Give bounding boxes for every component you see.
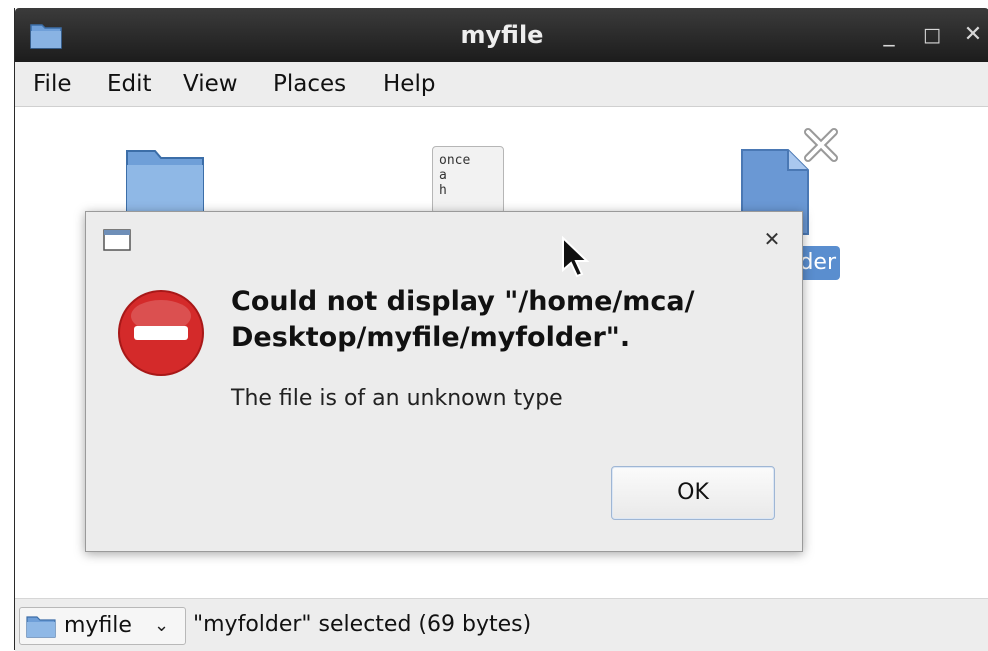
dialog-message: The file is of an unknown type xyxy=(231,386,563,411)
location-button[interactable]: myfile ⌄ xyxy=(19,607,186,645)
menu-file[interactable]: File xyxy=(33,62,72,106)
location-label: myfile xyxy=(64,613,132,638)
minimize-button[interactable]: _ xyxy=(875,21,903,49)
menu-edit[interactable]: Edit xyxy=(107,62,152,106)
titlebar[interactable]: myfile _ □ ✕ xyxy=(15,8,988,62)
text-preview-line: a xyxy=(439,168,447,183)
error-icon xyxy=(118,290,204,376)
text-file-icon[interactable]: once a h xyxy=(432,146,504,214)
status-text: "myfolder" selected (69 bytes) xyxy=(193,612,532,637)
maximize-button[interactable]: □ xyxy=(918,21,946,49)
menubar: File Edit View Places Help xyxy=(15,62,988,107)
menu-places[interactable]: Places xyxy=(273,62,346,106)
text-preview-line: h xyxy=(439,183,447,198)
close-icon[interactable]: ✕ xyxy=(759,226,785,252)
folder-icon xyxy=(26,616,56,638)
unknown-emblem-icon xyxy=(804,128,838,162)
menu-help[interactable]: Help xyxy=(383,62,435,106)
error-dialog: ✕ Could not display "/home/mca/ Desktop/… xyxy=(85,211,803,552)
folder-item-icon[interactable] xyxy=(123,145,207,213)
window-icon xyxy=(103,229,131,251)
menu-view[interactable]: View xyxy=(183,62,238,106)
window-title: myfile xyxy=(460,21,544,49)
mouse-pointer-icon xyxy=(562,236,590,278)
ok-button[interactable]: OK xyxy=(611,466,775,520)
chevron-down-icon: ⌄ xyxy=(154,615,170,636)
statusbar: myfile ⌄ "myfolder" selected (69 bytes) xyxy=(15,598,988,651)
close-window-button[interactable]: ✕ xyxy=(959,21,987,49)
dialog-heading: Could not display "/home/mca/ Desktop/my… xyxy=(231,286,695,353)
text-preview-line: once xyxy=(439,153,471,168)
